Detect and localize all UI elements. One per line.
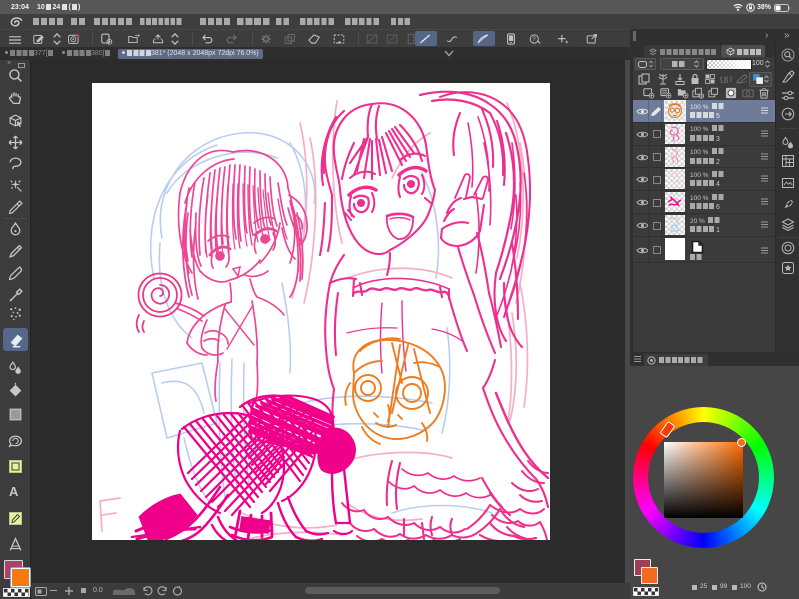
svg-text:?: ?	[532, 37, 536, 43]
